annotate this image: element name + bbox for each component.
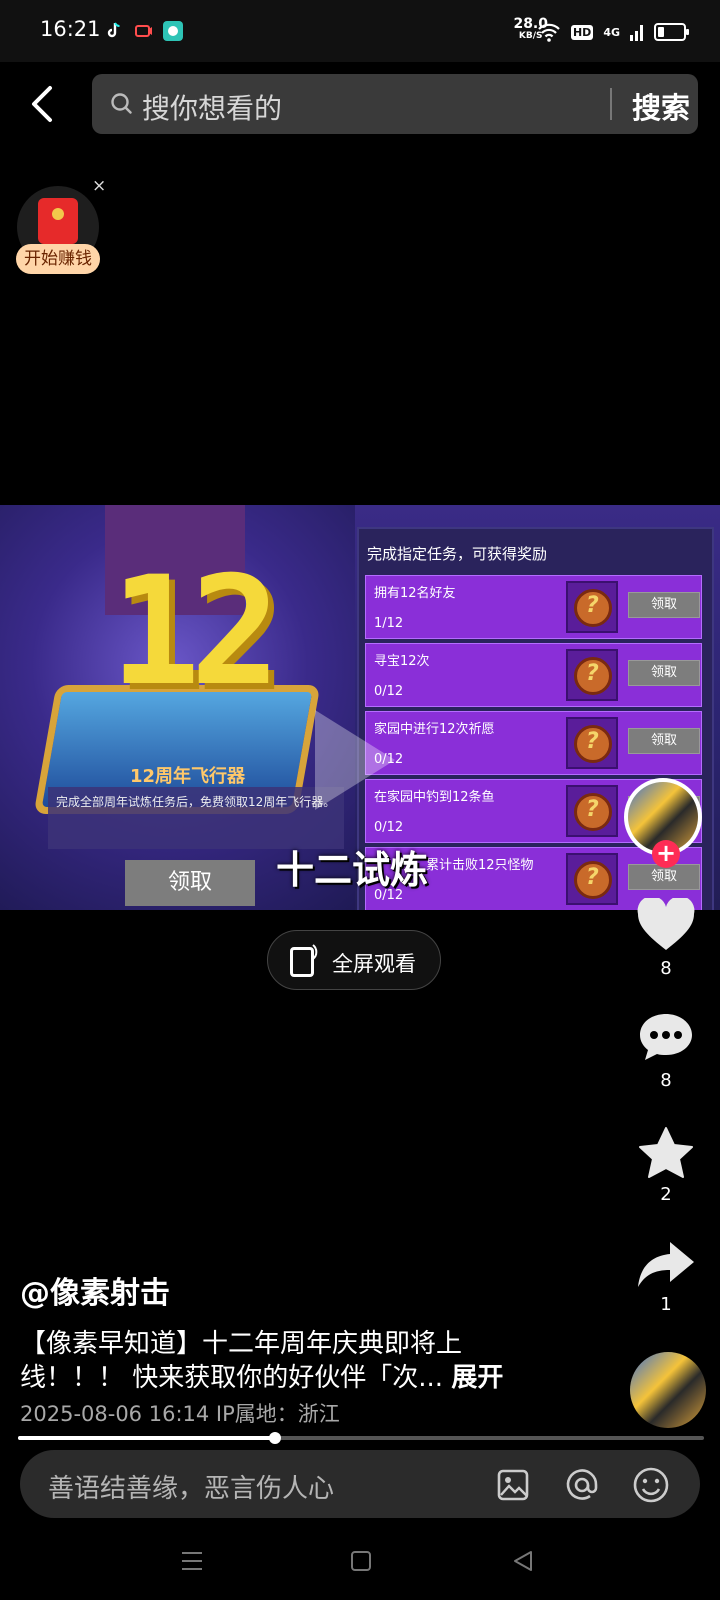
network-type: 4G	[603, 25, 620, 39]
progress-handle[interactable]	[269, 1432, 282, 1444]
comment-bar[interactable]: 善语结善缘，恶言伤人心	[20, 1450, 700, 1518]
wifi-icon	[538, 23, 560, 42]
task-progress: 1/12	[374, 616, 404, 631]
like-count: 8	[660, 958, 672, 979]
favorite-count: 2	[660, 1184, 672, 1205]
tasks-header: 完成指定任务，可获得奖励	[367, 545, 548, 563]
status-time: 16:21	[40, 17, 101, 41]
fullscreen-label: 全屏观看	[332, 952, 416, 976]
recorder-app-icon	[134, 21, 154, 41]
vehicle-claim-button: 领取	[125, 860, 255, 906]
hd-badge: HD	[570, 24, 594, 40]
emoji-icon[interactable]	[632, 1466, 670, 1504]
expand-button[interactable]: 展开	[451, 1363, 503, 1393]
task-name: 累计击败12只怪物	[426, 858, 534, 873]
red-packet-close-icon[interactable]: ×	[92, 176, 106, 196]
task-name: 寻宝12次	[374, 654, 430, 669]
post-description-line1: 【像素早知道】十二年周年庆典即将上	[20, 1329, 463, 1359]
system-nav-bar	[0, 1528, 720, 1600]
video-player[interactable]: 12 12周年飞行器 完成全部周年试炼任务后，免费领取12周年飞行器。 领取 完…	[0, 505, 720, 910]
tiktok-app-icon	[104, 21, 124, 41]
comment-input[interactable]: 善语结善缘，恶言伤人心	[48, 1468, 334, 1505]
red-envelope-icon	[38, 198, 78, 244]
red-packet-label[interactable]: 开始赚钱	[16, 244, 100, 274]
comment-bubble-icon[interactable]	[636, 1010, 696, 1066]
rotate-arrow-icon	[312, 944, 318, 960]
vehicle-title: 12周年飞行器	[130, 766, 246, 787]
post-description-text: 线！！！ 快来获取你的好伙伴「次...	[20, 1363, 452, 1393]
search-divider	[610, 88, 612, 120]
task-row: 拥有12名好友 1/12 领取	[365, 575, 702, 639]
search-icon	[111, 93, 132, 114]
video-progress-bar[interactable]	[18, 1432, 704, 1444]
task-row: 寻宝12次 0/12 领取	[365, 643, 702, 707]
author-name[interactable]: @像素射击	[20, 1268, 170, 1312]
back-button[interactable]	[22, 82, 66, 126]
task-claim-button: 领取	[628, 660, 700, 686]
like-heart-icon[interactable]	[636, 898, 696, 954]
music-disc[interactable]	[630, 1352, 706, 1428]
search-button[interactable]: 搜索	[632, 85, 690, 127]
search-input[interactable]: 搜你想看的	[142, 87, 282, 127]
message-app-icon	[163, 21, 183, 41]
progress-fill	[18, 1436, 276, 1440]
follow-button[interactable]: +	[652, 840, 680, 868]
mystery-coin-icon	[566, 649, 618, 701]
back-nav-icon[interactable]	[512, 1550, 534, 1572]
fullscreen-button[interactable]: 全屏观看	[267, 930, 441, 990]
task-claim-button: 领取	[628, 728, 700, 754]
post-description-line2: 线！！！ 快来获取你的好伙伴「次... 展开	[20, 1357, 503, 1394]
battery-icon	[654, 23, 689, 41]
play-icon[interactable]	[315, 710, 395, 810]
task-claim-button: 领取	[628, 592, 700, 618]
signal-icon	[630, 25, 643, 41]
status-bar: 16:21 28.0 KB/S HD 4G	[0, 0, 720, 62]
menu-icon[interactable]	[180, 1550, 204, 1572]
task-name: 拥有12名好友	[374, 586, 456, 601]
task-progress: 0/12	[374, 684, 404, 699]
task-progress: 0/12	[374, 820, 404, 835]
mystery-coin-icon	[566, 581, 618, 633]
status-icons: HD 4G	[537, 20, 689, 44]
video-subtitle: 十二试炼	[276, 848, 429, 892]
task-row: 家园中进行12次祈愿 0/12 领取	[365, 711, 702, 775]
mention-icon[interactable]	[564, 1467, 600, 1503]
favorite-star-icon[interactable]	[636, 1126, 696, 1182]
share-arrow-icon[interactable]	[636, 1240, 696, 1290]
mystery-coin-icon	[566, 853, 618, 905]
mystery-coin-icon	[566, 785, 618, 837]
back-arrow-icon	[32, 86, 52, 122]
search-bar[interactable]: 搜你想看的 搜索	[92, 74, 698, 134]
anniversary-12-logo: 12	[110, 545, 281, 719]
mystery-coin-icon	[566, 717, 618, 769]
post-meta: 2025-08-06 16:14 IP属地：浙江	[20, 1402, 340, 1426]
share-count: 1	[660, 1294, 672, 1315]
home-icon[interactable]	[350, 1550, 372, 1572]
image-icon[interactable]	[496, 1468, 530, 1502]
comment-count: 8	[660, 1070, 672, 1091]
